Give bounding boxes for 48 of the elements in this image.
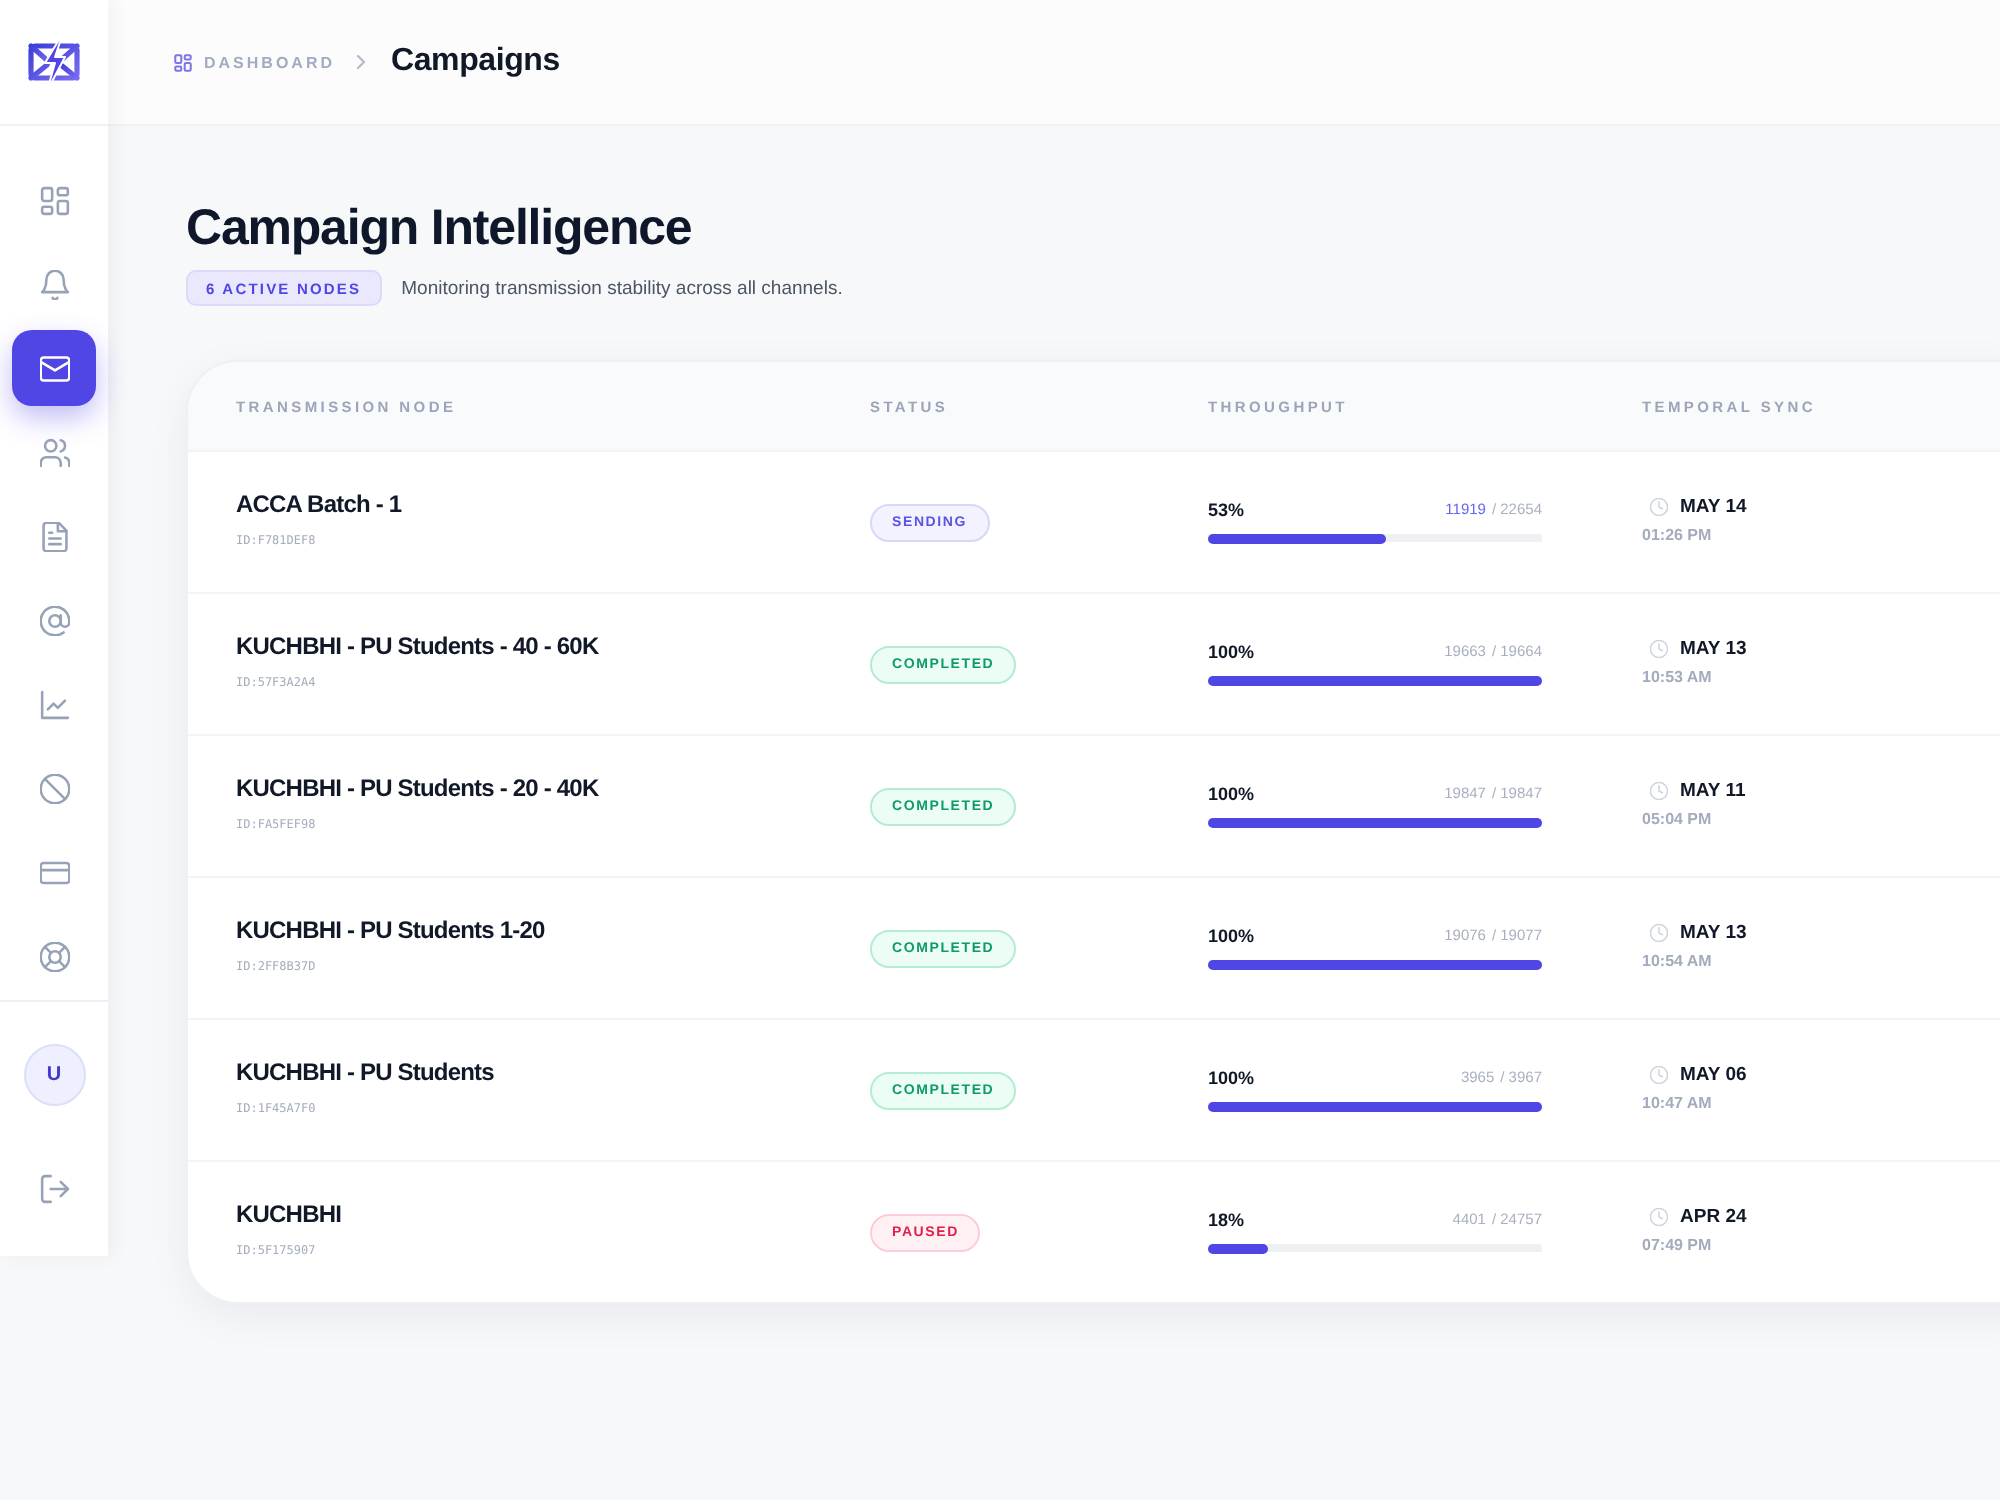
breadcrumb-current: Campaigns xyxy=(391,44,560,80)
grid-icon xyxy=(174,53,192,71)
sync-time: 10:47 AM xyxy=(1642,1094,1712,1112)
at-sign-icon xyxy=(39,605,69,635)
credit-card-icon xyxy=(39,857,69,887)
sync-time: 10:53 AM xyxy=(1642,668,1712,686)
page-title: Campaign Intelligence xyxy=(186,200,694,256)
document-icon xyxy=(39,521,69,551)
campaign-name: KUCHBHI - PU Students - 20 - 40K xyxy=(236,774,599,802)
chevron-right-icon xyxy=(355,54,365,70)
sync-date: MAY 14 xyxy=(1680,496,1747,518)
campaign-name: KUCHBHI xyxy=(236,1200,342,1228)
grid-icon xyxy=(39,185,69,215)
progress-percent: 18% xyxy=(1208,1209,1245,1229)
progress-percent: 53% xyxy=(1208,499,1245,519)
clock-icon xyxy=(1650,640,1668,658)
user-avatar[interactable]: U xyxy=(23,1044,85,1106)
logout-icon xyxy=(39,1173,69,1203)
campaign-name: KUCHBHI - PU Students - 40 - 60K xyxy=(236,632,599,660)
campaign-name: KUCHBHI - PU Students xyxy=(236,1058,494,1086)
clock-icon xyxy=(1650,1208,1668,1226)
progress-percent: 100% xyxy=(1208,641,1255,661)
sidebar-nav-item[interactable] xyxy=(12,330,96,406)
users-icon xyxy=(39,437,69,467)
campaign-name: ACCA Batch - 1 xyxy=(236,490,402,518)
sync-time: 10:54 AM xyxy=(1642,952,1712,970)
campaign-name: KUCHBHI - PU Students 1-20 xyxy=(236,916,545,944)
sync-date: MAY 06 xyxy=(1680,1064,1747,1086)
sync-time: 01:26 PM xyxy=(1642,526,1712,544)
progress-percent: 100% xyxy=(1208,783,1255,803)
sync-date: APR 24 xyxy=(1680,1206,1747,1228)
progress-percent: 100% xyxy=(1208,925,1255,945)
prohibited-icon xyxy=(39,773,69,803)
sync-date: MAY 13 xyxy=(1680,638,1747,660)
sync-date: MAY 13 xyxy=(1680,922,1747,944)
bell-icon xyxy=(39,269,69,299)
clock-icon xyxy=(1650,782,1668,800)
sync-time: 07:49 PM xyxy=(1642,1236,1712,1254)
lifebuoy-icon xyxy=(39,941,69,971)
progress-percent: 100% xyxy=(1208,1067,1255,1087)
clock-icon xyxy=(1650,1066,1668,1084)
line-chart-icon xyxy=(39,689,69,719)
envelope-icon xyxy=(39,353,69,383)
sync-date: MAY 11 xyxy=(1680,780,1746,802)
sync-time: 05:04 PM xyxy=(1642,810,1712,828)
page-subtitle: Monitoring transmission stability across all channels. xyxy=(401,277,843,299)
clock-icon xyxy=(1650,924,1668,942)
clock-icon xyxy=(1650,498,1668,516)
